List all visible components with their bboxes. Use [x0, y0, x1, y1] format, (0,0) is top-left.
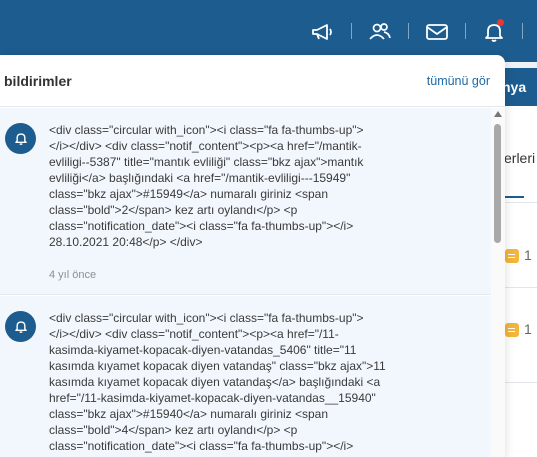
comment-badge-icon: [505, 249, 519, 263]
megaphone-icon[interactable]: [307, 17, 337, 47]
toolbar-divider: [351, 23, 352, 39]
scroll-up-arrow-icon[interactable]: [494, 111, 502, 117]
notification-text: <div class="circular with_icon"><i class…: [49, 123, 364, 249]
notification-time: 4 yıl önce: [49, 269, 97, 281]
notifications-dropdown: bildirimler tümünü gör <div class="circu…: [0, 55, 505, 457]
users-icon[interactable]: [365, 17, 395, 47]
background-section-label: erleri: [504, 150, 536, 166]
background-section-underline: [504, 196, 524, 198]
notifications-header: bildirimler tümünü gör: [0, 55, 505, 107]
notifications-title: bildirimler: [4, 73, 72, 89]
top-navbar: [0, 0, 537, 62]
notification-item[interactable]: <div class="circular with_icon"><i class…: [0, 296, 491, 457]
scrollbar-thumb[interactable]: [494, 124, 501, 243]
bell-icon: [14, 321, 27, 333]
toolbar-divider: [408, 23, 409, 39]
comment-count: 1: [524, 247, 532, 263]
envelope-icon[interactable]: [422, 17, 452, 47]
scrollbar[interactable]: [491, 108, 505, 457]
bell-icon[interactable]: [479, 17, 509, 47]
bell-icon: [14, 133, 27, 145]
toolbar-divider: [522, 23, 523, 39]
new-notification-dot: [497, 19, 504, 26]
notification-text: <div class="circular with_icon"><i class…: [49, 311, 386, 453]
notification-avatar: [5, 123, 36, 154]
notification-item[interactable]: <div class="circular with_icon"><i class…: [0, 108, 491, 295]
comment-count: 1: [524, 321, 532, 337]
toolbar-divider: [465, 23, 466, 39]
notification-avatar: [5, 311, 36, 342]
see-all-link[interactable]: tümünü gör: [427, 74, 490, 88]
comment-badge-icon: [505, 323, 519, 337]
